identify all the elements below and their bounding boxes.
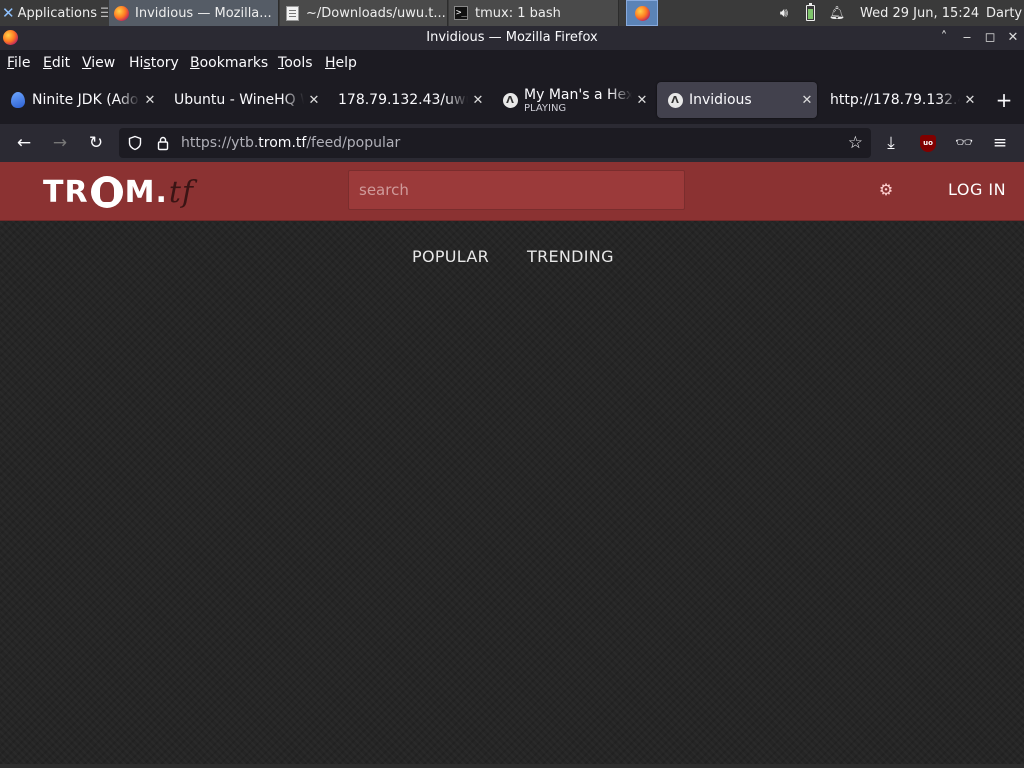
taskbar-item-label: tmux: 1 bash <box>475 5 561 21</box>
menu-file[interactable]: File <box>7 50 30 76</box>
search-input[interactable] <box>348 170 685 210</box>
workspace-switcher[interactable] <box>626 0 658 26</box>
ninite-icon <box>10 92 26 108</box>
firefox-icon <box>634 5 650 21</box>
maximize-icon[interactable]: ◻ <box>980 28 1000 48</box>
tab-title: Invidious <box>689 92 752 108</box>
tab-invidious[interactable]: Λ Invidious ✕ <box>657 82 817 118</box>
clock[interactable]: Wed 29 Jun, 15:24 <box>860 0 979 26</box>
login-link[interactable]: LOG IN <box>948 180 1006 199</box>
volume-icon[interactable]: 🔊︎ <box>774 0 794 26</box>
ublock-origin-icon[interactable]: uo <box>915 130 941 156</box>
close-tab-icon[interactable]: ✕ <box>468 93 488 108</box>
window-shade-icon[interactable]: ˄ <box>934 28 954 48</box>
menu-bookmarks[interactable]: Bookmarks <box>190 50 268 76</box>
trending-tab[interactable]: TRENDING <box>527 247 614 266</box>
menu-bar: File Edit View History Bookmarks Tools H… <box>0 50 1024 76</box>
logo-text-right: M <box>124 174 156 210</box>
bookmark-star-icon[interactable]: ☆ <box>848 133 863 153</box>
address-bar[interactable]: https://ytb.trom.tf/feed/popular ☆ <box>119 128 871 158</box>
menu-history[interactable]: History <box>129 50 179 76</box>
clock-text: Wed 29 Jun, 15:24 <box>860 5 980 21</box>
applications-menu-button[interactable]: ✕ Applications ☰ <box>2 0 108 26</box>
text-editor-icon <box>284 5 300 21</box>
forward-arrow-icon[interactable]: → <box>47 130 73 156</box>
horizontal-scrollbar[interactable] <box>0 764 1024 768</box>
taskbar-item-label: Invidious — Mozilla... <box>135 5 272 21</box>
gear-icon[interactable]: ⚙ <box>876 180 896 200</box>
menu-separator-icon: ☰ <box>100 5 108 21</box>
close-tab-icon[interactable]: ✕ <box>140 93 160 108</box>
navigation-toolbar: ← → ↻ https://ytb.trom.tf/feed/popular ☆… <box>0 124 1024 162</box>
menu-edit[interactable]: Edit <box>43 50 70 76</box>
site-header: TR M . tf ⚙ LOG IN <box>0 162 1024 221</box>
taskbar-item-label: ~/Downloads/uwu.t... <box>306 5 446 21</box>
logo-tf: tf <box>168 174 195 210</box>
taskbar-item-terminal[interactable]: >_ tmux: 1 bash <box>449 0 619 26</box>
close-tab-icon[interactable]: ✕ <box>632 93 652 108</box>
downloads-icon[interactable]: ⤓ <box>878 130 904 156</box>
tracking-protection-shield-icon[interactable] <box>127 135 143 151</box>
popular-tab[interactable]: POPULAR <box>412 247 489 266</box>
web-page: TR M . tf ⚙ LOG IN POPULAR TRENDING <box>0 162 1024 768</box>
user-menu[interactable]: Darty <box>986 0 1024 26</box>
applications-label: Applications <box>17 5 97 21</box>
invidious-icon: Λ <box>502 92 518 108</box>
tab-ninite-jdk[interactable]: Ninite JDK (AdoptOpenJDK) ✕ <box>0 82 160 118</box>
close-tab-icon[interactable]: ✕ <box>304 93 324 108</box>
menu-view[interactable]: View <box>82 50 115 76</box>
tab-winehq[interactable]: Ubuntu - WineHQ Wiki ✕ <box>164 82 324 118</box>
close-tab-icon[interactable]: ✕ <box>797 93 817 108</box>
logo-text-left: TR <box>43 174 89 210</box>
battery-icon[interactable] <box>802 0 818 26</box>
tab-my-mans-a-hexer[interactable]: Λ My Man's a Hexer PLAYING ✕ <box>492 82 652 118</box>
tab-http-ip[interactable]: http://178.79.132.43 ✕ <box>820 82 980 118</box>
minimize-icon[interactable]: ‒ <box>957 28 977 48</box>
menu-tools[interactable]: Tools <box>278 50 313 76</box>
menu-help[interactable]: Help <box>325 50 357 76</box>
back-arrow-icon[interactable]: ← <box>11 130 37 156</box>
reload-icon[interactable]: ↻ <box>83 130 109 156</box>
notifications-bell-icon[interactable]: 🔔︎ <box>828 0 846 26</box>
privacy-badger-icon[interactable]: 👓︎ <box>951 130 977 156</box>
hamburger-menu-icon[interactable]: ≡ <box>987 130 1013 156</box>
user-name: Darty <box>986 5 1023 21</box>
taskbar-item-firefox[interactable]: Invidious — Mozilla... <box>109 0 279 26</box>
close-tab-icon[interactable]: ✕ <box>960 93 980 108</box>
close-icon[interactable]: ✕ <box>1003 28 1023 48</box>
window-title: Invidious — Mozilla Firefox <box>426 30 598 45</box>
window-titlebar[interactable]: Invidious — Mozilla Firefox ˄ ‒ ◻ ✕ <box>0 26 1024 50</box>
taskbar-item-editor[interactable]: ~/Downloads/uwu.t... <box>280 0 448 26</box>
url-text[interactable]: https://ytb.trom.tf/feed/popular <box>181 128 400 158</box>
tab-strip: Ninite JDK (AdoptOpenJDK) ✕ Ubuntu - Win… <box>0 76 1024 124</box>
firefox-icon <box>113 5 129 21</box>
xfce-icon: ✕ <box>2 4 15 22</box>
terminal-icon: >_ <box>454 6 468 20</box>
desktop-panel: ✕ Applications ☰ Invidious — Mozilla... … <box>0 0 1024 26</box>
new-tab-icon[interactable]: + <box>994 88 1014 112</box>
site-logo[interactable]: TR M . tf <box>43 172 194 212</box>
tab-uwu-ip[interactable]: 178.79.132.43/uwu ✕ <box>328 82 488 118</box>
invidious-icon: Λ <box>667 92 683 108</box>
hand-logo-icon <box>90 176 123 208</box>
lock-icon[interactable] <box>155 135 171 151</box>
logo-dot: . <box>155 174 168 210</box>
